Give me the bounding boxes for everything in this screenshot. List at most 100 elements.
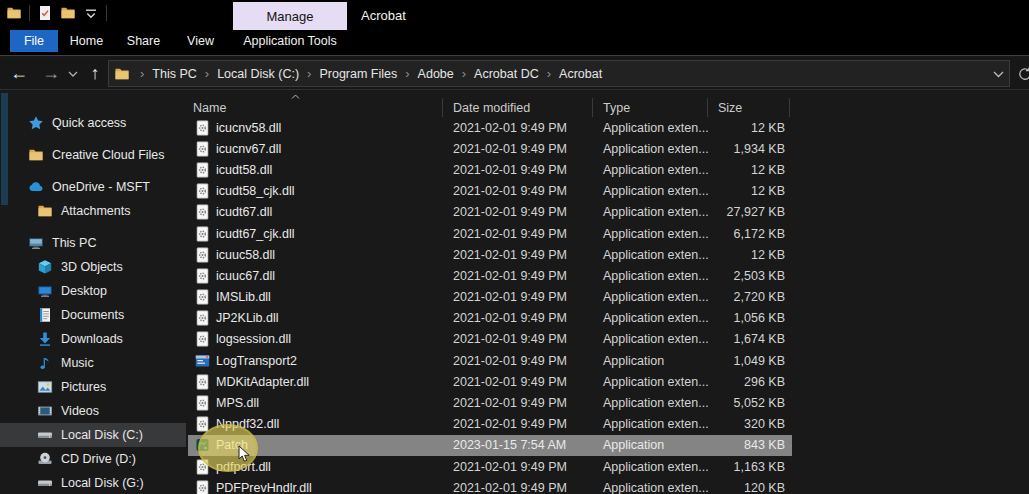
customize-toolbar-icon[interactable]	[83, 5, 99, 21]
sidebar-item-local-disk-c[interactable]: Local Disk (C:)	[0, 423, 186, 447]
file-type: Application exten...	[593, 205, 708, 219]
sidebar-item-this-pc[interactable]: This PC	[0, 231, 186, 255]
address-dropdown-icon[interactable]	[993, 71, 1004, 78]
toolbar-separator	[29, 5, 30, 21]
sidebar-item-label: Documents	[61, 308, 124, 322]
file-name: icudt58.dll	[216, 163, 272, 177]
breadcrumb-item[interactable]: This PC	[152, 67, 196, 81]
up-button[interactable]: ↑	[82, 63, 108, 84]
file-row[interactable]: icucnv58.dll2021-02-01 9:49 PMApplicatio…	[188, 117, 792, 138]
file-row[interactable]: IMSLib.dll2021-02-01 9:49 PMApplication …	[188, 287, 792, 308]
folder-icon	[28, 147, 44, 163]
properties-icon[interactable]	[37, 5, 53, 21]
file-row[interactable]: icudt58_cjk.dll2021-02-01 9:49 PMApplica…	[188, 181, 792, 202]
column-header-size[interactable]: Size	[708, 98, 790, 117]
sidebar-item-documents[interactable]: Documents	[0, 303, 186, 327]
file-row[interactable]: PDFPrevHndlr.dll2021-02-01 9:49 PMApplic…	[188, 477, 792, 494]
file-row[interactable]: icucnv67.dll2021-02-01 9:49 PMApplicatio…	[188, 138, 792, 159]
file-row[interactable]: icuuc58.dll2021-02-01 9:49 PMApplication…	[188, 244, 792, 265]
file-type: Application exten...	[593, 184, 708, 198]
ribbon-tab-home[interactable]: Home	[58, 30, 115, 52]
sidebar-item-quick-access[interactable]: Quick access	[0, 111, 186, 135]
file-type: Application exten...	[593, 311, 708, 325]
disk-icon	[37, 475, 53, 491]
window-title: Acrobat	[361, 0, 406, 30]
file-date-modified: 2021-02-01 9:49 PM	[443, 311, 593, 325]
file-type: Application exten...	[593, 375, 708, 389]
breadcrumb-separator-icon[interactable]: ›	[197, 66, 217, 81]
file-name: logsession.dll	[216, 332, 291, 346]
breadcrumb-separator-icon[interactable]: ›	[299, 66, 319, 81]
sidebar-item-cd-drive-d[interactable]: CD Drive (D:)	[0, 447, 186, 471]
dll-file-icon	[195, 374, 210, 390]
ribbon-tab-file[interactable]: File	[10, 30, 58, 52]
ribbon-tab-bar: FileHomeShareView Application Tools	[0, 30, 1029, 56]
breadcrumb-item[interactable]: Acrobat	[559, 67, 602, 81]
file-row[interactable]: Nppdf32.dll2021-02-01 9:49 PMApplication…	[188, 414, 792, 435]
file-row[interactable]: Patch2023-01-15 7:54 AMApplication843 KB	[188, 435, 792, 456]
ribbon-tab-share[interactable]: Share	[115, 30, 172, 52]
file-name: JP2KLib.dll	[216, 311, 279, 325]
sidebar-item-downloads[interactable]: Downloads	[0, 327, 186, 351]
file-size: 843 KB	[708, 438, 790, 452]
sidebar-item-3d-objects[interactable]: 3D Objects	[0, 255, 186, 279]
toolbar-separator	[106, 5, 107, 21]
sidebar-item-label: Local Disk (C:)	[61, 428, 143, 442]
sidebar-item-onedrive-msft[interactable]: OneDrive - MSFT	[0, 175, 186, 199]
sidebar-item-label: Attachments	[61, 204, 130, 218]
file-row[interactable]: pdfport.dll2021-02-01 9:49 PMApplication…	[188, 456, 792, 477]
file-name: icuuc67.dll	[216, 269, 275, 283]
file-row[interactable]: MPS.dll2021-02-01 9:49 PMApplication ext…	[188, 392, 792, 413]
breadcrumb-item[interactable]: Program Files	[319, 67, 397, 81]
new-folder-icon[interactable]	[60, 5, 76, 21]
address-bar[interactable]: ›This PC›Local Disk (C:)›Program Files›A…	[108, 60, 1010, 87]
music-icon	[37, 355, 53, 371]
back-button[interactable]: ←	[0, 63, 38, 84]
file-row[interactable]: MDKitAdapter.dll2021-02-01 9:49 PMApplic…	[188, 371, 792, 392]
file-row[interactable]: icudt58.dll2021-02-01 9:49 PMApplication…	[188, 159, 792, 180]
file-type: Application	[593, 354, 708, 368]
column-header-name[interactable]: Name	[188, 98, 443, 117]
file-date-modified: 2021-02-01 9:49 PM	[443, 121, 593, 135]
sidebar-item-music[interactable]: Music	[0, 351, 186, 375]
manage-tab[interactable]: Manage	[233, 2, 347, 30]
file-row[interactable]: icudt67.dll2021-02-01 9:49 PMApplication…	[188, 202, 792, 223]
sidebar-item-videos[interactable]: Videos	[0, 399, 186, 423]
file-date-modified: 2021-02-01 9:49 PM	[443, 227, 593, 241]
file-row[interactable]: icudt67_cjk.dll2021-02-01 9:49 PMApplica…	[188, 223, 792, 244]
column-header-date-modified[interactable]: Date modified	[443, 98, 593, 117]
breadcrumb-separator-icon[interactable]: ›	[539, 66, 559, 81]
refresh-icon[interactable]	[1018, 67, 1029, 81]
dll-file-icon	[195, 120, 210, 136]
forward-button[interactable]: →	[38, 63, 64, 84]
file-row[interactable]: icuuc67.dll2021-02-01 9:49 PMApplication…	[188, 265, 792, 286]
breadcrumb-item[interactable]: Adobe	[418, 67, 454, 81]
breadcrumb-separator-icon[interactable]: ›	[397, 66, 417, 81]
breadcrumb-item[interactable]: Acrobat DC	[474, 67, 539, 81]
recent-locations-icon[interactable]	[64, 71, 82, 77]
file-name: icuuc58.dll	[216, 248, 275, 262]
sidebar-item-label: Music	[61, 356, 94, 370]
file-date-modified: 2021-02-01 9:49 PM	[443, 396, 593, 410]
file-row[interactable]: logsession.dll2021-02-01 9:49 PMApplicat…	[188, 329, 792, 350]
file-date-modified: 2021-02-01 9:49 PM	[443, 354, 593, 368]
breadcrumb-item[interactable]: Local Disk (C:)	[217, 67, 299, 81]
application-tools-tab[interactable]: Application Tools	[233, 30, 347, 52]
dll-file-icon	[195, 480, 210, 494]
dll-file-icon	[195, 289, 210, 305]
breadcrumb-separator-icon[interactable]: ›	[132, 66, 152, 81]
column-header-type[interactable]: Type	[593, 98, 708, 117]
folder-icon[interactable]	[6, 5, 22, 21]
file-row[interactable]: LogTransport22021-02-01 9:49 PMApplicati…	[188, 350, 792, 371]
folder-icon	[114, 66, 130, 82]
sidebar-item-pictures[interactable]: Pictures	[0, 375, 186, 399]
file-size: 1,934 KB	[708, 142, 790, 156]
ribbon-tab-view[interactable]: View	[172, 30, 229, 52]
breadcrumb-separator-icon[interactable]: ›	[454, 66, 474, 81]
document-icon	[37, 307, 53, 323]
file-row[interactable]: JP2KLib.dll 2021-02-01 9:49 PMApplication…	[188, 308, 792, 329]
sidebar-item-desktop[interactable]: Desktop	[0, 279, 186, 303]
sidebar-item-creative-cloud-files[interactable]: Creative Cloud Files	[0, 143, 186, 167]
sidebar-item-local-disk-g[interactable]: Local Disk (G:)	[0, 471, 186, 494]
sidebar-item-attachments[interactable]: Attachments	[0, 199, 186, 223]
